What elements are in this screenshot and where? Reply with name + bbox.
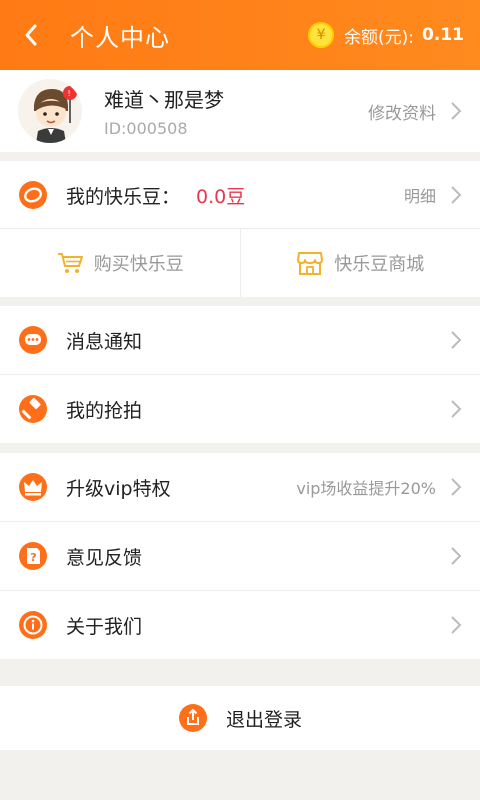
balance-display: ¥ 余额(元): 0.11 <box>308 22 464 48</box>
menu-item-label: 消息通知 <box>66 330 143 353</box>
menu-item-notifications[interactable]: 消息通知 <box>0 306 480 374</box>
edit-profile-label: 修改资料 <box>368 103 436 124</box>
buy-beans-label: 购买快乐豆 <box>93 254 184 275</box>
vip-benefit-note: vip场收益提升20% <box>296 479 436 498</box>
menu-item-label: 升级vip特权 <box>66 477 171 500</box>
info-icon <box>19 611 47 639</box>
menu-item-about-us[interactable]: 关于我们 <box>0 591 480 659</box>
menu-item-feedback[interactable]: ? 意见反馈 <box>0 522 480 590</box>
profile-card[interactable]: ! 难道丶那是梦 ID:000508 修改资料 <box>0 70 480 152</box>
bean-store-label: 快乐豆商城 <box>334 254 425 275</box>
beans-detail-link[interactable]: 明细 <box>404 183 480 207</box>
logout-label: 退出登录 <box>225 708 302 731</box>
bean-store-button[interactable]: 快乐豆商城 <box>241 229 480 297</box>
back-arrow-icon <box>25 24 37 46</box>
crown-icon <box>19 473 47 501</box>
avatar-cartoon-icon: ! <box>18 79 82 143</box>
menu-item-label: 我的抢拍 <box>66 399 143 422</box>
logout-icon <box>178 704 207 732</box>
auction-hammer-icon <box>19 395 47 423</box>
balance-label: 余额(元): <box>344 27 415 48</box>
shopping-cart-icon <box>57 253 83 273</box>
chevron-right-icon <box>451 400 462 418</box>
chevron-right-icon <box>451 547 462 565</box>
chevron-right-icon <box>451 331 462 349</box>
svg-text:!: ! <box>68 89 71 98</box>
top-bar: 个人中心 ¥ 余额(元): 0.11 <box>0 0 480 70</box>
message-icon <box>19 326 47 354</box>
bean-actions: 购买快乐豆 快乐豆商城 <box>0 229 480 297</box>
menu-item-label: 关于我们 <box>66 615 143 638</box>
user-id: ID:000508 <box>104 119 188 138</box>
balance-value: 0.11 <box>422 25 464 45</box>
feedback-icon: ? <box>19 542 47 570</box>
chevron-right-icon <box>451 478 462 496</box>
back-button[interactable] <box>0 0 62 70</box>
chevron-right-icon <box>451 616 462 634</box>
happy-beans-row[interactable]: 我的快乐豆： 0.0豆 明细 <box>0 161 480 229</box>
page-title: 个人中心 <box>70 23 170 52</box>
avatar[interactable]: ! <box>18 79 82 143</box>
logout-button[interactable]: 退出登录 <box>0 686 480 750</box>
bean-icon <box>19 181 47 209</box>
menu-item-vip-upgrade[interactable]: 升级vip特权 vip场收益提升20% <box>0 453 480 521</box>
beans-label: 我的快乐豆： <box>66 185 181 208</box>
yen-coin-icon: ¥ <box>308 22 335 48</box>
beans-detail-label: 明细 <box>403 187 436 206</box>
buy-beans-button[interactable]: 购买快乐豆 <box>0 229 240 297</box>
svg-text:?: ? <box>30 551 36 564</box>
menu-item-label: 意见反馈 <box>66 546 143 569</box>
menu-item-my-auctions[interactable]: 我的抢拍 <box>0 375 480 443</box>
edit-profile-link[interactable]: 修改资料 <box>368 70 480 152</box>
chevron-right-icon <box>451 186 462 204</box>
store-icon <box>297 252 324 275</box>
chevron-right-icon <box>451 102 462 120</box>
beans-value: 0.0豆 <box>196 185 246 208</box>
user-nickname: 难道丶那是梦 <box>104 88 224 112</box>
